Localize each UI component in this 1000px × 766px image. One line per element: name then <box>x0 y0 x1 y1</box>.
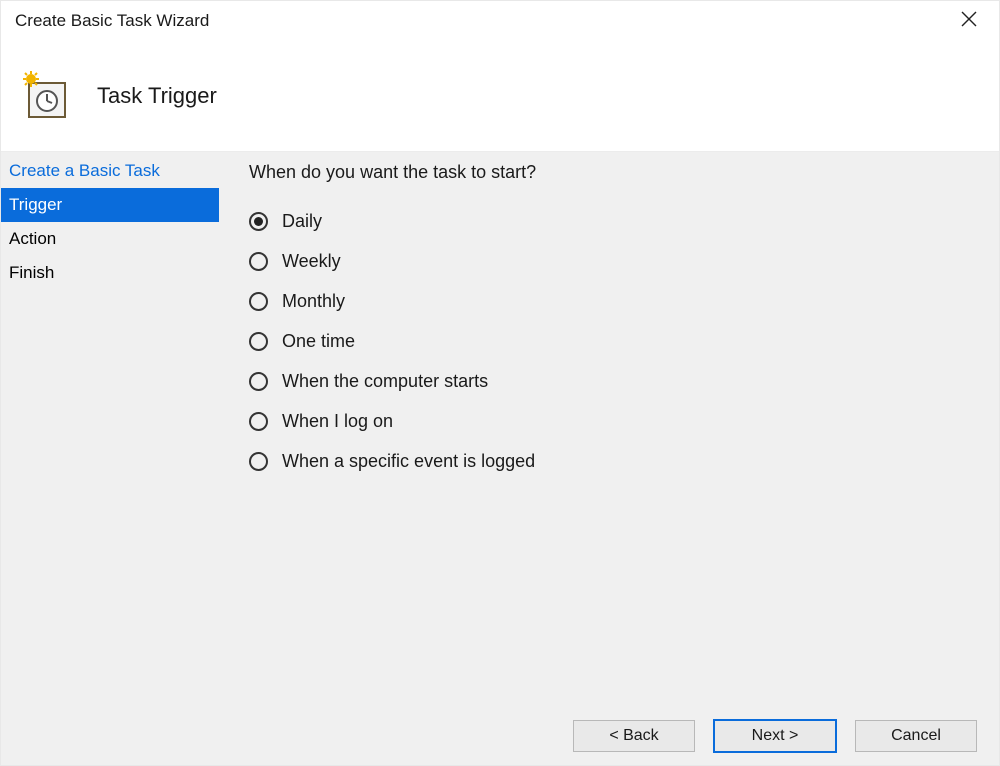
radio-icon <box>249 292 268 311</box>
step-finish: Finish <box>1 256 219 290</box>
radio-label: Weekly <box>282 251 341 272</box>
step-trigger[interactable]: Trigger <box>1 188 219 222</box>
radio-option-weekly[interactable]: Weekly <box>249 241 971 281</box>
cancel-button[interactable]: Cancel <box>855 720 977 752</box>
radio-icon <box>249 412 268 431</box>
wizard-steps: Create a Basic Task Trigger Action Finis… <box>1 152 219 707</box>
radio-option-specific-event[interactable]: When a specific event is logged <box>249 441 971 481</box>
wizard-footer: < Back Next > Cancel <box>1 707 999 765</box>
radio-label: One time <box>282 331 355 352</box>
radio-icon <box>249 452 268 471</box>
radio-label: When a specific event is logged <box>282 451 535 472</box>
next-button[interactable]: Next > <box>713 719 837 753</box>
radio-option-computer-starts[interactable]: When the computer starts <box>249 361 971 401</box>
wizard-window: Create Basic Task Wizard Task Trigger Cr… <box>0 0 1000 766</box>
back-button[interactable]: < Back <box>573 720 695 752</box>
titlebar: Create Basic Task Wizard <box>1 1 999 41</box>
radio-option-log-on[interactable]: When I log on <box>249 401 971 441</box>
page-title: Task Trigger <box>97 83 217 109</box>
radio-option-one-time[interactable]: One time <box>249 321 971 361</box>
step-create-basic-task[interactable]: Create a Basic Task <box>1 154 219 188</box>
radio-icon <box>249 212 268 231</box>
step-action: Action <box>1 222 219 256</box>
radio-option-daily[interactable]: Daily <box>249 201 971 241</box>
wizard-body: Create a Basic Task Trigger Action Finis… <box>1 151 999 707</box>
radio-icon <box>249 252 268 271</box>
radio-label: Daily <box>282 211 322 232</box>
radio-label: When I log on <box>282 411 393 432</box>
window-title: Create Basic Task Wizard <box>15 11 209 31</box>
trigger-question: When do you want the task to start? <box>249 162 971 183</box>
close-button[interactable] <box>955 7 983 35</box>
calendar-clock-icon <box>19 69 73 123</box>
radio-icon <box>249 332 268 351</box>
trigger-content: When do you want the task to start? Dail… <box>219 152 999 707</box>
radio-option-monthly[interactable]: Monthly <box>249 281 971 321</box>
radio-label: When the computer starts <box>282 371 488 392</box>
wizard-header: Task Trigger <box>1 41 999 151</box>
radio-icon <box>249 372 268 391</box>
close-icon <box>960 10 978 33</box>
radio-label: Monthly <box>282 291 345 312</box>
